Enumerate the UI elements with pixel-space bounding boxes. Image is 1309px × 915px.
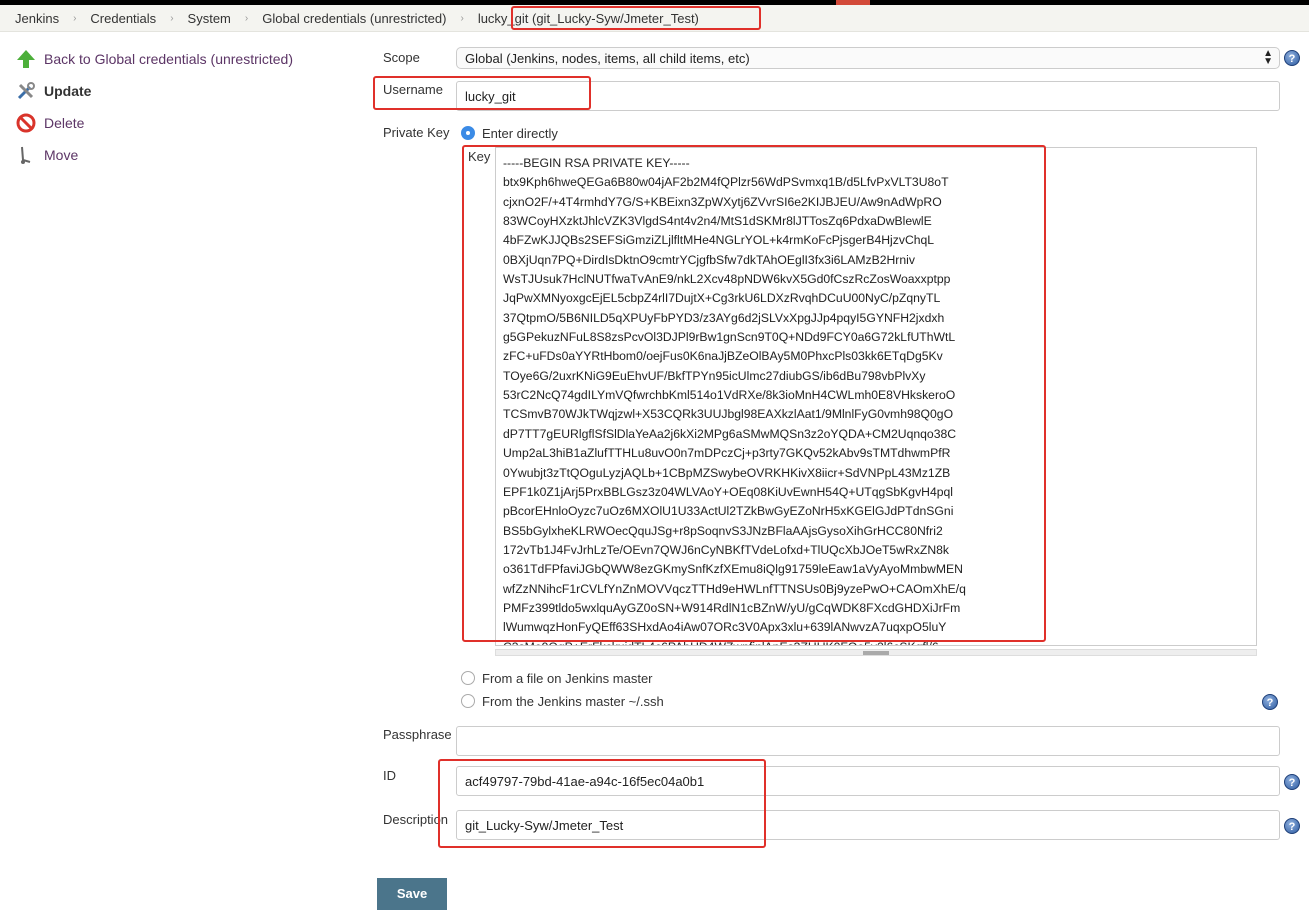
no-entry-icon — [16, 113, 36, 133]
key-line: TOye6G/2uxrKNiG9EuEhvUF/BkfTPYn95icUlmc2… — [503, 368, 926, 383]
key-line: 53rC2NcQ74gdILYmVQfwrchbKml514o1VdRXe/8k… — [503, 388, 956, 403]
key-label: Key — [468, 149, 491, 164]
help-icon-scope[interactable]: ? — [1284, 50, 1300, 66]
help-icon-private-key[interactable]: ? — [1262, 694, 1278, 710]
sidebar-item-delete[interactable]: Delete — [44, 115, 84, 131]
passphrase-input[interactable] — [456, 726, 1280, 756]
id-input[interactable]: acf49797-79bd-41ae-a94c-16f5ec04a0b1 — [456, 766, 1280, 796]
key-line: Ump2aL3hiB1aZlufTTHLu8uvO0n7mDPczCj+p3rt… — [503, 446, 951, 461]
key-line: EPF1k0Z1jArj5PrxBBLGsz3z04WLVAoY+OEq08Ki… — [503, 484, 954, 499]
breadcrumb-credentials[interactable]: Credentials — [90, 11, 156, 26]
key-line: -----BEGIN RSA PRIVATE KEY----- — [503, 156, 690, 170]
textarea-scrollbar[interactable] — [495, 649, 1257, 656]
key-line: lWumwqzHonFyQEff63SHxdAo4iAw07ORc3V0Apx3… — [503, 620, 947, 635]
tools-icon — [17, 82, 35, 100]
from-ssh-radio[interactable] — [461, 694, 475, 708]
key-line: 37QtpmO/5B6NILD5qXPUyFbPYD3/z3AYg6d2jSLV… — [503, 310, 945, 325]
breadcrumb: Jenkins › Credentials › System › Global cre… — [0, 5, 1309, 32]
key-line: 0Ywubjt3zTtQOguLyzjAQLb+1CBpMZSwybeOVRKH… — [503, 465, 951, 480]
breadcrumb-jenkins[interactable]: Jenkins — [15, 11, 59, 26]
scope-label: Scope — [383, 50, 420, 65]
key-line: C3sMe9OqP+ErFkckujdTL4c6PAbHD4WZwpfinlAn… — [503, 638, 1249, 645]
help-icon-description[interactable]: ? — [1284, 818, 1300, 834]
description-label: Description — [383, 812, 449, 827]
scrollbar-thumb[interactable] — [863, 651, 889, 655]
key-line: BS5bGylxheKLRWOecQquJSg+r8pSoqnvS3JNzBFl… — [503, 523, 943, 538]
description-input[interactable]: git_Lucky-Syw/Jmeter_Test — [456, 810, 1280, 840]
breadcrumb-global-credentials[interactable]: Global credentials (unrestricted) — [262, 11, 446, 26]
scope-select[interactable]: Global (Jenkins, nodes, items, all child… — [456, 47, 1280, 69]
from-ssh-label: From the Jenkins master ~/.ssh — [482, 694, 664, 709]
key-line: 172vTb1J4FvJrhLzTe/OEvn7QWJ6nCyNBKfTVdeL… — [503, 542, 950, 557]
key-line: 0BXjUqn7PQ+DirdIsDktnO9cmtrYCjgfbSfw7dkT… — [503, 252, 915, 267]
sidebar-item-back[interactable]: Back to Global credentials (unrestricted… — [44, 51, 293, 67]
enter-directly-label: Enter directly — [482, 126, 558, 141]
key-line: TCSmvB70WJkTWqjzwl+X53CQRk3UUJbgl98EAXkz… — [503, 407, 954, 422]
key-line: g5GPekuzNFuL8S8zsPcvOl3DJPl9rBw1gnScn9T0… — [503, 330, 956, 345]
sidebar-item-move[interactable]: Move — [44, 147, 78, 163]
key-textarea[interactable]: -----BEGIN RSA PRIVATE KEY----- btx9Kph6h… — [495, 147, 1257, 646]
breadcrumb-separator: › — [170, 12, 174, 24]
key-line: WsTJUsuk7HclNUTfwaTvAnE9/nkL2Xcv48pNDW6k… — [503, 272, 951, 287]
key-line: PMFz399tldo5wxlquAyGZ0oSN+W914RdlN1cBZnW… — [503, 600, 961, 615]
select-arrows-icon: ▲ ▼ — [1263, 48, 1273, 67]
scope-selected-value: Global (Jenkins, nodes, items, all child… — [465, 51, 750, 66]
help-icon-id[interactable]: ? — [1284, 774, 1300, 790]
breadcrumb-separator: › — [460, 12, 464, 24]
key-line: JqPwXMNyoxgcEjEL5cbpZ4rlI7DujtX+Cg3rkU6L… — [503, 291, 941, 306]
save-button[interactable]: Save — [377, 878, 447, 910]
key-line: 4bFZwKJJQBs2SEFSiGmziZLjlfltMHe4NGLrYOL+… — [503, 233, 935, 248]
from-file-label: From a file on Jenkins master — [482, 671, 653, 686]
up-arrow-icon — [17, 50, 35, 68]
key-line: wfZzNNihcF1rCVLfYnZnMOVVqczTTHd9eHWLnfTT… — [503, 581, 966, 596]
key-line: dP7TT7gEURlgflSfSlDlaYeAa2j6kXi2MPg6aSMw… — [503, 426, 957, 441]
key-line: zFC+uFDs0aYYRtHbom0/oejFus0K6naJjBZeOlBA… — [503, 349, 943, 364]
username-label: Username — [383, 82, 443, 97]
private-key-label: Private Key — [383, 125, 450, 140]
move-icon — [21, 146, 31, 164]
sidebar-item-update[interactable]: Update — [44, 83, 91, 99]
breadcrumb-separator: › — [244, 12, 249, 24]
key-line: btx9Kph6hweQEGa6B80w04jAF2b2M4fQPlzr56Wd… — [503, 175, 949, 190]
enter-directly-radio[interactable] — [461, 126, 475, 140]
breadcrumb-current-credential[interactable]: lucky_git (git_Lucky-Syw/Jmeter_Test) — [478, 11, 699, 26]
breadcrumb-separator: › — [73, 12, 77, 24]
key-line: o361TdFPfaviJGbQWW8ezGKmySnfKzfXEmu8iQlg… — [503, 562, 963, 577]
key-line: cjxnO2F/+4T4rmhdY7G/S+KBEixn3ZpWXytj6ZVv… — [503, 194, 942, 209]
key-line: pBcorEHnloOyzc7uOz6MXOlU1U33ActUl2TZkBwG… — [503, 504, 954, 519]
from-file-radio[interactable] — [461, 671, 475, 685]
id-label: ID — [383, 768, 396, 783]
username-input[interactable]: lucky_git — [456, 81, 1280, 111]
passphrase-label: Passphrase — [383, 727, 452, 742]
breadcrumb-system[interactable]: System — [188, 11, 231, 26]
key-line: 83WCoyHXzktJhlcVZK3VlgdS4nt4v2n4/MtS1dSK… — [503, 214, 932, 229]
